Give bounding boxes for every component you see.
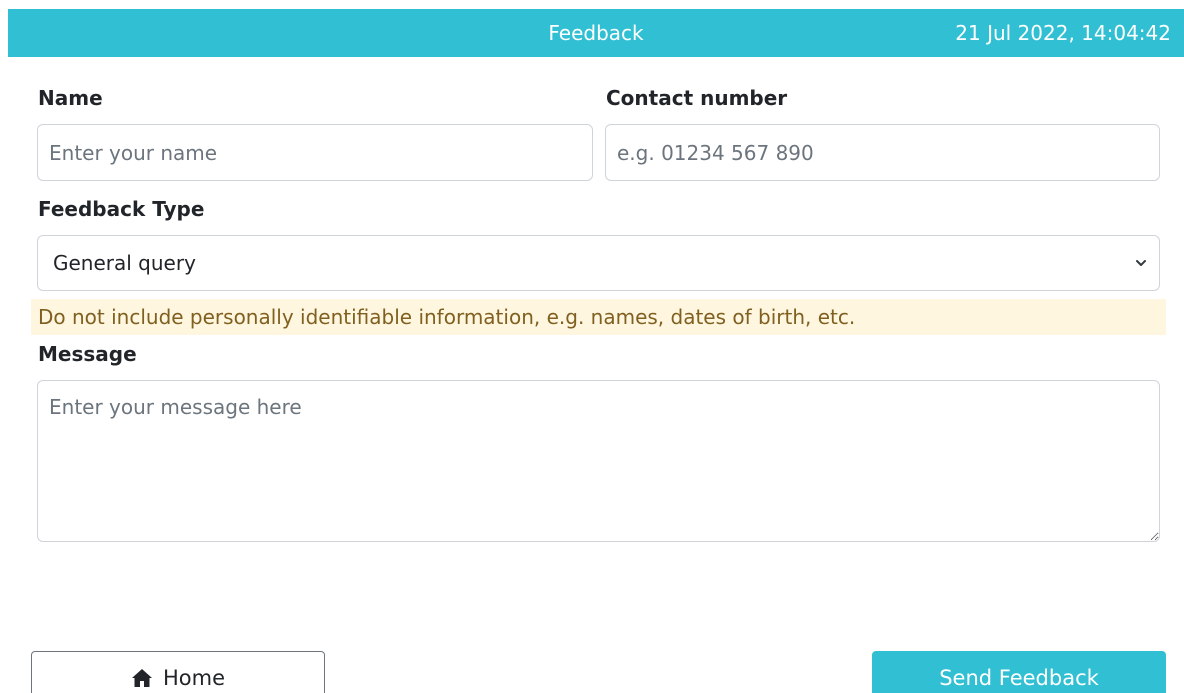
name-label: Name — [38, 86, 103, 110]
feedback-type-select[interactable]: General query — [37, 235, 1160, 291]
name-input[interactable] — [37, 124, 593, 181]
send-feedback-button[interactable]: Send Feedback — [872, 651, 1166, 693]
feedback-type-label: Feedback Type — [38, 197, 205, 221]
feedback-type-selected-value: General query — [53, 251, 196, 275]
send-feedback-label: Send Feedback — [939, 666, 1099, 690]
feedback-page: Feedback 21 Jul 2022, 14:04:42 Name Cont… — [0, 0, 1184, 693]
header-bar: Feedback 21 Jul 2022, 14:04:42 — [8, 9, 1184, 57]
chevron-down-icon — [1136, 260, 1146, 266]
home-button-label: Home — [162, 666, 225, 690]
contact-number-label: Contact number — [606, 86, 788, 110]
header-datetime: 21 Jul 2022, 14:04:42 — [955, 21, 1171, 45]
message-textarea[interactable] — [37, 380, 1160, 542]
message-label: Message — [38, 342, 137, 366]
contact-number-input[interactable] — [605, 124, 1160, 181]
home-icon — [131, 669, 152, 687]
home-button[interactable]: Home — [31, 651, 325, 693]
privacy-notice: Do not include personally identifiable i… — [31, 299, 1166, 335]
